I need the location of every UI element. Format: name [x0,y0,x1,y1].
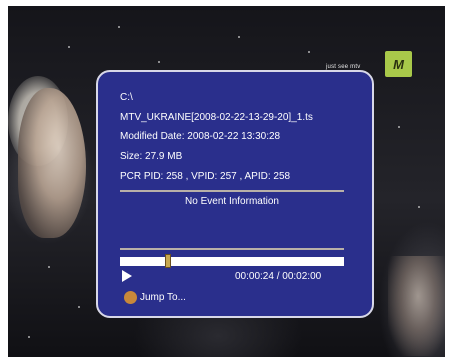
snow-speck [308,51,310,53]
play-icon [122,270,132,282]
snow-speck [158,61,160,63]
playback-progress-bar[interactable] [120,254,344,268]
snow-speck [68,46,70,48]
file-size: Size: 27.9 MB [120,151,183,162]
background-person-right [388,256,445,356]
snow-speck [78,306,80,308]
snow-speck [398,126,400,128]
snow-speck [238,36,240,38]
pid-info: PCR PID: 258 , VPID: 257 , APID: 258 [120,171,291,182]
snow-speck [118,26,120,28]
playback-time: 00:00:24 / 00:02:00 [235,271,322,282]
progress-knob[interactable] [165,254,171,268]
modified-date: Modified Date: 2008-02-22 13:30:28 [120,131,281,142]
color-key-icon [124,290,137,304]
file-path: C:\ [120,92,133,103]
file-name: MTV_UKRAINE[2008-02-22-13-29-20]_1.ts [120,112,313,123]
jump-to-label: Jump To... [140,291,186,303]
event-info: No Event Information [185,196,279,207]
mtv-logo: M [385,51,412,77]
jump-to-button[interactable]: Jump To... [124,290,186,304]
recording-info-panel: C:\ MTV_UKRAINE[2008-02-22-13-29-20]_1.t… [96,70,374,318]
separator-bottom [120,248,344,250]
separator-top [120,190,344,192]
snow-speck [48,266,50,268]
snow-speck [28,336,30,338]
background-person-face [18,88,86,238]
snow-speck [418,206,420,208]
